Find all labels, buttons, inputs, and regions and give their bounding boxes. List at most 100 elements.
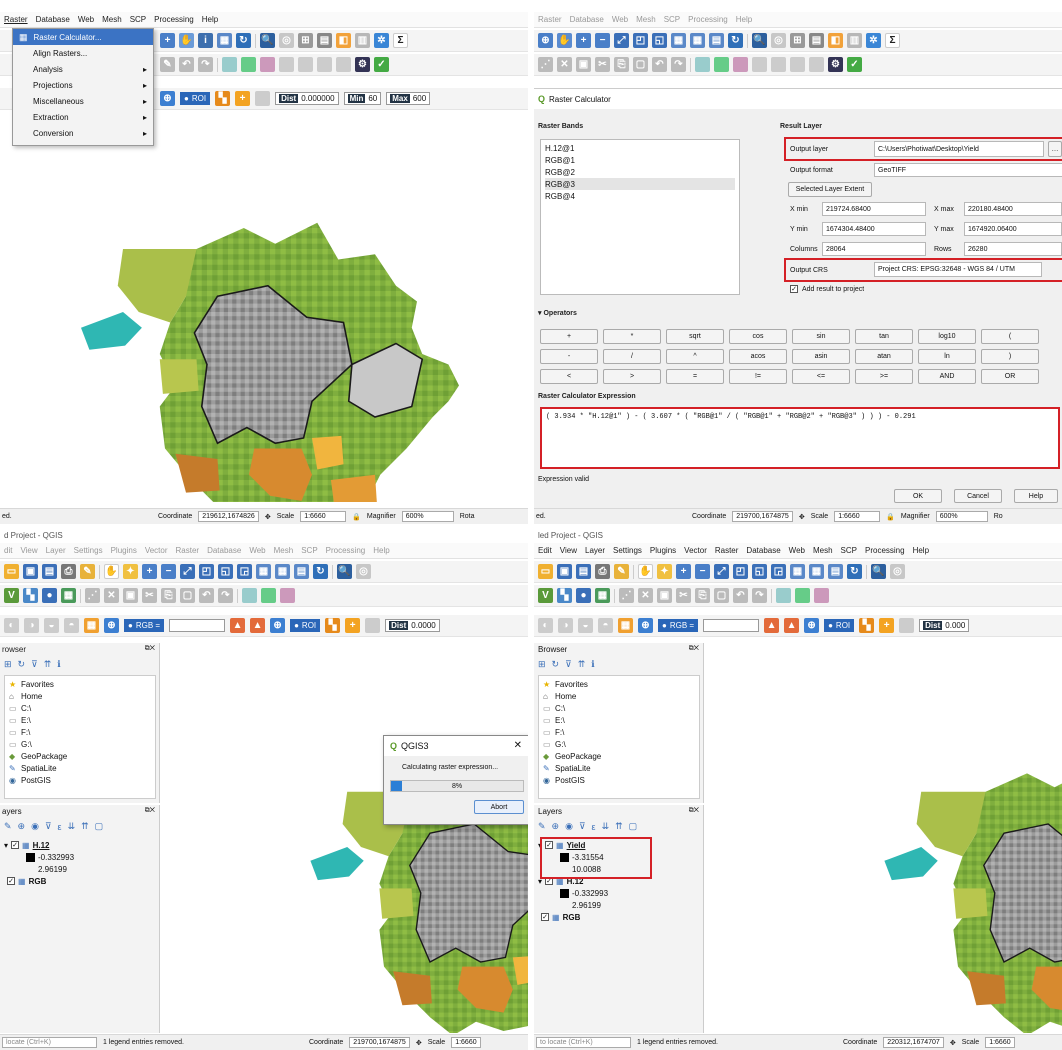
chart-icon[interactable]: ▚: [325, 618, 341, 633]
clock-icon[interactable]: [899, 618, 915, 633]
operator-button[interactable]: ^: [666, 349, 724, 364]
menu-item[interactable]: Vector: [145, 546, 168, 555]
zoom-icon[interactable]: ⊕: [638, 618, 653, 633]
menu-item[interactable]: Web: [249, 546, 265, 555]
measure-icon[interactable]: ⊞: [790, 33, 805, 48]
search-icon[interactable]: 🔍: [260, 33, 275, 48]
menu-processing[interactable]: Processing: [865, 546, 905, 555]
node-icon[interactable]: ✕: [104, 588, 119, 603]
menu-item[interactable]: Plugins: [111, 546, 137, 555]
layer-item[interactable]: ✓ ▦ RGB: [4, 875, 156, 887]
menu-item[interactable]: Database: [207, 546, 241, 555]
ymax-field[interactable]: 1674920.06400: [964, 222, 1062, 236]
select-icon[interactable]: ◎: [279, 33, 294, 48]
map-canvas[interactable]: [162, 643, 528, 1033]
refresh-icon[interactable]: ↻: [847, 564, 862, 579]
operator-button[interactable]: !=: [729, 369, 787, 384]
rgb-combo[interactable]: [703, 619, 760, 632]
selected-layer-extent-button[interactable]: Selected Layer Extent: [788, 182, 872, 197]
scp-icon[interactable]: ◐: [4, 618, 19, 633]
digitize-icon[interactable]: ⋰: [85, 588, 100, 603]
operator-button[interactable]: >=: [855, 369, 913, 384]
cut-icon[interactable]: ✂: [676, 588, 691, 603]
operator-button[interactable]: cos: [729, 329, 787, 344]
zoom-last-icon[interactable]: ◲: [237, 564, 252, 579]
filter-icon[interactable]: ⊽: [31, 659, 38, 670]
save-as-icon[interactable]: ▤: [576, 564, 591, 579]
menu-item-projections[interactable]: Projections ▸: [13, 77, 153, 93]
print-icon[interactable]: ⎙: [595, 564, 610, 579]
redo-icon[interactable]: ↷: [671, 57, 686, 72]
menu-plugins[interactable]: Plugins: [650, 546, 676, 555]
table-icon[interactable]: ▦: [690, 33, 705, 48]
operator-button[interactable]: ln: [918, 349, 976, 364]
layer-icon[interactable]: [280, 588, 295, 603]
search-icon[interactable]: 🔍: [752, 33, 767, 48]
dist-field[interactable]: Dist 0.000000: [275, 92, 339, 105]
scale-field[interactable]: 1:6660: [451, 1037, 481, 1048]
layer-item[interactable]: ▾ ✓ ▦ H.12: [4, 839, 156, 851]
pointer-icon[interactable]: ✥: [799, 513, 805, 521]
operator-button[interactable]: /: [603, 349, 661, 364]
add-raster-icon[interactable]: ▚: [557, 588, 572, 603]
label-icon[interactable]: ◧: [828, 33, 843, 48]
expression-icon[interactable]: ε: [58, 822, 62, 832]
show-icon[interactable]: ▲: [230, 618, 246, 633]
roi-button[interactable]: ● ROI: [290, 619, 321, 632]
zoom-icon[interactable]: ⊕: [104, 618, 119, 633]
zoom-full-icon[interactable]: ⤢: [180, 564, 195, 579]
operator-button[interactable]: +: [540, 329, 598, 344]
add-icon[interactable]: ⊞: [4, 659, 12, 670]
zoom-last-icon[interactable]: ◲: [771, 564, 786, 579]
panel-controls[interactable]: ⧉✕: [689, 807, 699, 815]
pan-icon[interactable]: ✋: [557, 33, 572, 48]
zoom-in-icon[interactable]: +: [576, 33, 591, 48]
close-icon[interactable]: ✕: [514, 740, 522, 751]
select-icon[interactable]: ◎: [890, 564, 905, 579]
save-icon[interactable]: ▣: [557, 564, 572, 579]
chart-icon[interactable]: ▚: [215, 91, 231, 106]
layer-icon[interactable]: [714, 57, 729, 72]
add-group-icon[interactable]: ⊕: [18, 821, 26, 832]
scale-field[interactable]: 1:6660: [300, 511, 347, 522]
checkmark-icon[interactable]: ✓: [11, 841, 20, 849]
ymin-field[interactable]: 1674304.48400: [822, 222, 926, 236]
label-icon[interactable]: ◧: [336, 33, 351, 48]
panel-controls[interactable]: ⧉✕: [145, 807, 155, 815]
operator-button[interactable]: OR: [981, 369, 1039, 384]
help-button[interactable]: Help: [1014, 489, 1058, 503]
info-icon[interactable]: ℹ: [57, 659, 60, 670]
expression-icon[interactable]: ε: [592, 822, 596, 832]
table-icon[interactable]: ▦: [275, 564, 290, 579]
zoom-in-icon[interactable]: +: [142, 564, 157, 579]
add-vector-icon[interactable]: V: [4, 588, 19, 603]
identify-icon[interactable]: 🔍: [871, 564, 886, 579]
menu-processing[interactable]: Processing: [688, 15, 728, 24]
map-canvas[interactable]: [706, 643, 1062, 1033]
operator-button[interactable]: atan: [855, 349, 913, 364]
scp-icon[interactable]: ◐: [538, 618, 553, 633]
pan-to-icon[interactable]: ✦: [123, 564, 138, 579]
menu-item[interactable]: Layer: [46, 546, 66, 555]
layer-icon[interactable]: [790, 57, 805, 72]
scp-icon[interactable]: ◑: [24, 618, 39, 633]
zoom-full-icon[interactable]: ⤢: [714, 564, 729, 579]
lock-icon[interactable]: 🔒: [352, 513, 361, 521]
coordinate-field[interactable]: 219700,1674875: [349, 1037, 410, 1048]
collapse-icon[interactable]: ⇈: [81, 821, 89, 832]
band-item[interactable]: RGB@3: [545, 178, 735, 190]
redo-icon[interactable]: ↷: [752, 588, 767, 603]
refresh-icon[interactable]: ↻: [18, 659, 26, 670]
layer-icon[interactable]: [814, 588, 829, 603]
layer-icon[interactable]: [279, 57, 294, 72]
zoom-selection-icon[interactable]: ◱: [652, 33, 667, 48]
operator-button[interactable]: *: [603, 329, 661, 344]
plugin-icon[interactable]: ✓: [374, 57, 389, 72]
zoom-out-icon[interactable]: −: [161, 564, 176, 579]
zoom-in-icon[interactable]: +: [676, 564, 691, 579]
style-icon[interactable]: ✎: [614, 564, 629, 579]
dist-field[interactable]: Dist 0.000: [919, 619, 970, 632]
checkmark-icon[interactable]: ✓: [541, 913, 549, 921]
table-icon[interactable]: ▦: [671, 33, 686, 48]
menu-edit[interactable]: Edit: [538, 546, 552, 555]
